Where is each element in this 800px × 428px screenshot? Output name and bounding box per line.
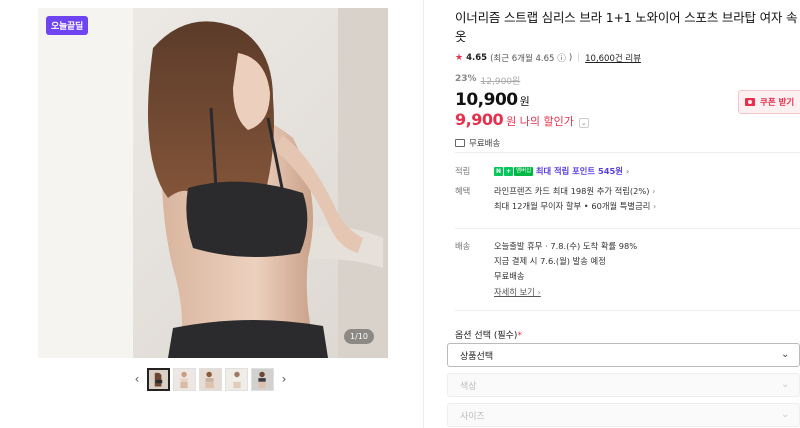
delivery-estimate: 오늘출발 휴무 · 7.8.(수) 도착 확률 98% [494, 241, 638, 251]
thumb-next-button[interactable]: › [277, 367, 291, 391]
delivery-fee: 무료배송 [494, 271, 525, 281]
promo-badge: 오늘끝딜 [46, 16, 88, 35]
product-select[interactable]: 상품선택 ⌄ [447, 343, 800, 367]
product-title: 이너리즘 스트랩 심리스 브라 1+1 노와이어 스포츠 브라탑 여자 속옷 [455, 10, 798, 44]
original-price: 12,900원 [480, 77, 521, 87]
image-counter: 1/10 [344, 329, 374, 344]
price-unit: 원 [519, 95, 530, 108]
npay-plus-icon: + [504, 167, 514, 176]
star-icon: ★ [455, 53, 464, 63]
rating-row: ★ 4.65 (최근 6개월 4.65 ⓘ) | 10,600건 리뷰 [455, 52, 800, 64]
points-label: 적립 [455, 166, 471, 176]
thumb-prev-button[interactable]: ‹ [130, 367, 144, 391]
chevron-down-icon[interactable]: ⌄ [578, 118, 589, 128]
free-shipping-label: 무료배송 [469, 139, 501, 149]
thumbnail-3[interactable] [199, 367, 222, 391]
installment-benefit-link[interactable]: 최대 12개월 무이자 할부 • 60개월 특별금리 › [494, 199, 794, 214]
coupon-label: 쿠폰 받기 [760, 98, 795, 108]
info-icon[interactable]: ⓘ [557, 52, 566, 64]
delivery-section: 배송 오늘출발 휴무 · 7.8.(수) 도착 확률 98% 지금 결제 시 7… [455, 239, 800, 303]
chevron-right-icon: › [652, 186, 656, 196]
chevron-down-icon: ⌄ [781, 409, 790, 420]
rating-recent: (최근 6개월 4.65 [490, 54, 555, 64]
rating-recent-close: ) [568, 53, 573, 63]
rating-value: 4.65 [466, 53, 488, 63]
chevron-right-icon: › [537, 287, 541, 297]
chevron-down-icon: ⌄ [781, 349, 790, 360]
product-info: 이너리즘 스트랩 심리스 브라 1+1 노와이어 스포츠 브라탑 여자 속옷 ★… [455, 8, 800, 149]
chevron-left-icon: ‹ [134, 372, 140, 386]
column-divider [423, 0, 424, 428]
delivery-label: 배송 [455, 241, 471, 251]
coupon-icon [745, 98, 755, 106]
chevron-right-icon: › [281, 372, 287, 386]
thumbnail-2[interactable] [173, 367, 196, 391]
thumbnail-strip: ‹ › [130, 367, 291, 391]
card-benefit-link[interactable]: 라인프렌즈 카드 최대 198원 추가 적립(2%) › [494, 184, 794, 199]
size-select[interactable]: 사이즈 ⌄ [447, 403, 800, 427]
benefits-label: 혜택 [455, 186, 471, 196]
max-points-link[interactable]: 최대 적립 포인트 545원 › [536, 166, 629, 176]
membership-badge: 멤버십 [514, 167, 534, 176]
chevron-down-icon: ⌄ [781, 379, 790, 390]
delivery-detail-link[interactable]: 자세히 보기 › [494, 287, 541, 297]
thumbnail-5[interactable] [251, 367, 274, 391]
separator: | [577, 53, 581, 63]
sale-price: 10,900 [455, 90, 518, 110]
divider [455, 152, 800, 153]
divider [455, 228, 800, 229]
my-price-label: 원 나의 할인가 [506, 115, 574, 128]
color-select[interactable]: 색상 ⌄ [447, 373, 800, 397]
npay-n-icon: N [494, 167, 503, 176]
benefits-section: 혜택 라인프렌즈 카드 최대 198원 추가 적립(2%) › 최대 12개월 … [455, 184, 800, 224]
thumbnail-4[interactable] [225, 367, 248, 391]
my-price: 9,900 [455, 110, 504, 129]
chevron-right-icon: › [625, 166, 630, 176]
truck-icon [455, 139, 465, 147]
coupon-button[interactable]: 쿠폰 받기 [738, 90, 800, 114]
product-photo [38, 8, 388, 358]
free-shipping-row: 무료배송 [455, 137, 800, 149]
divider [455, 310, 800, 311]
review-count-link[interactable]: 10,600건 리뷰 [585, 52, 641, 64]
product-main-image[interactable]: 오늘끝딜 1/10 [38, 8, 388, 358]
naver-plus-membership-badge: N + 멤버십 [494, 167, 534, 176]
chevron-right-icon: › [652, 201, 657, 211]
thumbnail-1[interactable] [147, 367, 170, 391]
dispatch-estimate: 지금 결제 시 7.6.(월) 발송 예정 [494, 256, 606, 266]
required-mark: * [517, 331, 522, 341]
discount-rate: 23% [455, 74, 477, 84]
discount-row: 23% 12,900원 [455, 74, 800, 87]
option-title: 옵션 선택 (필수)* [455, 331, 522, 341]
